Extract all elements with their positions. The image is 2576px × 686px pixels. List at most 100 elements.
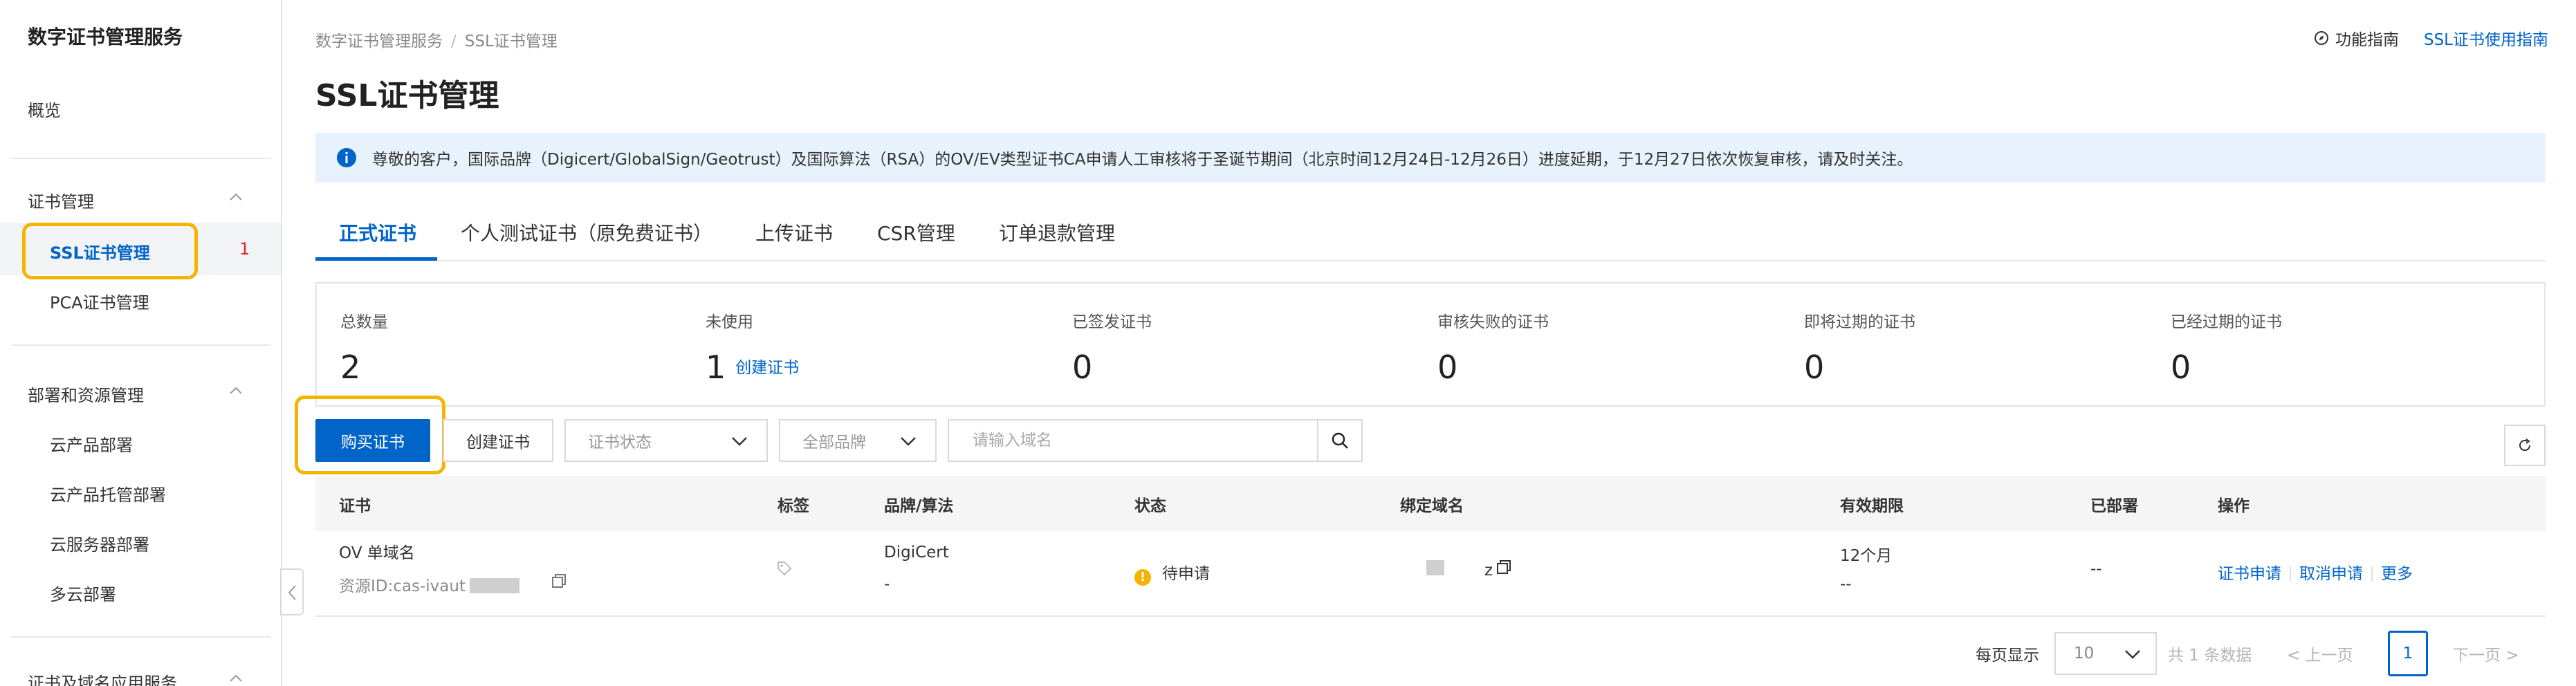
stat-value: 0 xyxy=(1072,349,1093,386)
cert-algo: - xyxy=(884,575,890,593)
refresh-icon xyxy=(2519,438,2531,452)
page-title: SSL证书管理 xyxy=(315,78,499,113)
stat-value: 0 xyxy=(1804,349,1825,386)
tab-personal-test-cert[interactable]: 个人测试证书（原免费证书） xyxy=(461,219,712,246)
breadcrumb-item-current: SSL证书管理 xyxy=(464,33,558,50)
column-header-domain: 绑定域名 xyxy=(1400,497,1464,515)
create-cert-button[interactable]: 创建证书 xyxy=(443,419,553,462)
chevron-left-icon xyxy=(288,585,296,600)
stat-value: 1 xyxy=(706,349,726,386)
ssl-guide-link[interactable]: SSL证书使用指南 xyxy=(2424,26,2548,50)
stat-label: 已经过期的证书 xyxy=(2171,313,2282,331)
tag-icon[interactable] xyxy=(776,560,793,581)
pending-status-icon: ! xyxy=(1134,569,1151,586)
sidebar-item-pca-cert[interactable]: PCA证书管理 xyxy=(50,289,149,313)
chevron-down-icon xyxy=(901,437,916,446)
brand-select[interactable]: 全部品牌 xyxy=(779,419,937,462)
compass-icon xyxy=(2314,31,2328,45)
cert-status-cell: ! 待申请 xyxy=(1134,560,1210,586)
sidebar-title: 数字证书管理服务 xyxy=(28,26,183,48)
chevron-up-icon[interactable] xyxy=(227,382,245,400)
brand-select-value: 全部品牌 xyxy=(802,434,866,452)
breadcrumb-item-service[interactable]: 数字证书管理服务 xyxy=(315,33,443,50)
sidebar-group-cert-management[interactable]: 证书管理 xyxy=(28,188,94,212)
tab-refund-management[interactable]: 订单退款管理 xyxy=(999,219,1115,246)
sidebar-item-overview[interactable]: 概览 xyxy=(28,97,61,121)
action-separator xyxy=(2290,566,2291,582)
cert-name: OV 单域名 xyxy=(339,544,415,562)
stat-total: 总数量 2 xyxy=(340,308,388,386)
chevron-down-icon xyxy=(732,437,747,446)
per-page-label: 每页显示 xyxy=(1976,647,2039,665)
stat-label: 审核失败的证书 xyxy=(1437,313,1549,331)
active-tab-indicator xyxy=(315,257,437,261)
sidebar-item-badge: 1 xyxy=(239,239,250,259)
stat-label: 已签发证书 xyxy=(1072,313,1152,331)
sidebar-item-server-deploy[interactable]: 云服务器部署 xyxy=(50,531,149,555)
per-page-select[interactable]: 10 xyxy=(2054,632,2157,675)
stat-expiring: 即将过期的证书 0 xyxy=(1804,308,1915,386)
create-cert-link[interactable]: 创建证书 xyxy=(735,359,799,377)
cert-resource-id-cell: 资源ID:cas-ivaut xyxy=(339,573,519,596)
cert-status-select[interactable]: 证书状态 xyxy=(564,419,768,462)
cert-domain: z xyxy=(1484,562,1493,580)
copy-icon[interactable] xyxy=(1496,559,1512,580)
cert-status: 待申请 xyxy=(1162,565,1210,583)
table-row: OV 单域名 资源ID:cas-ivaut DigiCert - ! 待申请 z … xyxy=(315,531,2546,617)
column-header-deployed: 已部署 xyxy=(2090,497,2138,515)
apply-cert-link[interactable]: 证书申请 xyxy=(2218,565,2281,583)
feature-guide-link[interactable]: 功能指南 xyxy=(2313,26,2399,50)
sidebar-item-multicloud-deploy[interactable]: 多云部署 xyxy=(50,581,116,605)
row-actions: 证书申请 取消申请 更多 xyxy=(2218,560,2413,584)
total-count: 共 1 条数据 xyxy=(2168,647,2252,665)
prev-page-button[interactable]: < 上一页 xyxy=(2287,642,2353,665)
cert-status-select-value: 证书状态 xyxy=(588,434,652,452)
cert-validity-sub: -- xyxy=(1840,575,1852,593)
page-number-current[interactable]: 1 xyxy=(2388,631,2428,676)
next-page-button[interactable]: 下一页 > xyxy=(2453,642,2519,665)
tab-upload-cert[interactable]: 上传证书 xyxy=(755,219,833,246)
column-header-validity: 有效期限 xyxy=(1840,497,1904,515)
divider xyxy=(11,636,271,638)
notice-text: 尊敬的客户，国际品牌（Digicert/GlobalSign/Geotrust）… xyxy=(372,151,1913,169)
more-actions-link[interactable]: 更多 xyxy=(2381,565,2413,583)
cancel-apply-link[interactable]: 取消申请 xyxy=(2299,565,2363,583)
stat-expired: 已经过期的证书 0 xyxy=(2171,308,2282,386)
stat-value: 0 xyxy=(1437,349,1458,386)
feature-guide-label: 功能指南 xyxy=(2335,31,2399,49)
tab-csr-management[interactable]: CSR管理 xyxy=(877,219,955,246)
redacted-block xyxy=(469,578,519,593)
sidebar-item-cloud-managed-deploy[interactable]: 云产品托管部署 xyxy=(50,481,166,506)
breadcrumb: 数字证书管理服务 / SSL证书管理 xyxy=(315,28,558,51)
per-page-value: 10 xyxy=(2074,645,2095,662)
chevron-up-icon[interactable] xyxy=(227,188,245,206)
cert-validity: 12个月 xyxy=(1840,547,1893,565)
breadcrumb-separator: / xyxy=(451,33,457,50)
cert-brand: DigiCert xyxy=(884,544,949,562)
sidebar-group-deploy[interactable]: 部署和资源管理 xyxy=(28,382,144,406)
chevron-left-icon: < xyxy=(2287,647,2301,665)
domain-search-input[interactable] xyxy=(949,420,1318,461)
divider xyxy=(11,344,271,346)
tab-bar: 正式证书 个人测试证书（原免费证书） 上传证书 CSR管理 订单退款管理 xyxy=(315,207,2546,261)
cert-domain-cell: z xyxy=(1426,560,1493,580)
column-header-brand: 品牌/算法 xyxy=(884,497,954,515)
domain-search xyxy=(948,419,1363,462)
search-button[interactable] xyxy=(1317,420,1361,461)
stat-value-group: 1 创建证书 xyxy=(706,349,799,386)
stat-value: 2 xyxy=(340,349,361,386)
stat-issued: 已签发证书 0 xyxy=(1072,308,1152,386)
cert-resource-id: 资源ID:cas-ivaut xyxy=(339,577,466,595)
stats-panel: 总数量 2 未使用 1 创建证书 已签发证书 0 审核失败的证书 0 即将过期的证… xyxy=(315,282,2546,407)
sidebar-group-domain-services[interactable]: 证书及域名应用服务 xyxy=(28,669,177,686)
stat-value: 0 xyxy=(2171,349,2191,386)
redacted-block xyxy=(1426,560,1444,575)
action-separator xyxy=(2371,566,2373,582)
tab-official-cert[interactable]: 正式证书 xyxy=(339,219,416,246)
copy-icon[interactable] xyxy=(551,573,567,593)
stat-unused: 未使用 1 创建证书 xyxy=(706,308,799,386)
chevron-up-icon[interactable] xyxy=(227,669,245,686)
sidebar-item-cloud-deploy[interactable]: 云产品部署 xyxy=(50,432,133,456)
sidebar-collapse-handle[interactable] xyxy=(280,568,304,615)
refresh-button[interactable] xyxy=(2504,425,2546,466)
